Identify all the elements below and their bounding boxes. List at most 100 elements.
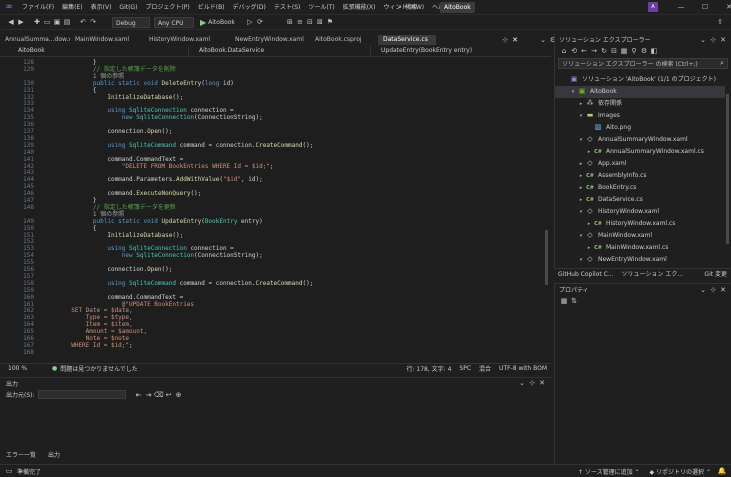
solution-search-input[interactable]: ソリューション エクスプローラー の検索 (Ctrl+;) ⌕ xyxy=(558,58,728,69)
pin-icon[interactable]: ⊹ xyxy=(527,378,537,388)
close-icon[interactable]: ✕ xyxy=(718,285,728,295)
line-ending[interactable]: 混合 xyxy=(479,364,491,373)
source-control-button[interactable]: ↑ ソース管理に追加 ⌃ xyxy=(578,467,640,476)
class-dropdown[interactable]: AitoBook.DataService xyxy=(188,46,368,56)
toolbar-icon[interactable]: ⊠ xyxy=(315,17,325,27)
refresh-icon[interactable]: ↻ xyxy=(599,46,609,56)
properties-icon[interactable]: ⚙ xyxy=(639,46,649,56)
maximize-icon[interactable]: ☐ xyxy=(700,2,710,12)
preview-icon[interactable]: ◧ xyxy=(649,46,659,56)
tree-item[interactable]: ▾ ▣ AitoBook xyxy=(555,86,725,98)
tree-expander[interactable]: ▾ xyxy=(577,230,585,242)
tree-expander[interactable]: ▸ xyxy=(577,158,585,170)
notifications-icon[interactable]: 🔔 xyxy=(717,466,727,476)
config-dropdown[interactable]: Debug xyxy=(112,16,150,28)
menu-item[interactable]: テスト(S) xyxy=(270,0,305,15)
tab-4[interactable]: AitoBook.csproj xyxy=(310,35,378,45)
tree-expander[interactable]: ▾ xyxy=(577,134,585,146)
alphabetical-icon[interactable]: ⇅ xyxy=(569,296,579,306)
tree-expander[interactable]: ▾ xyxy=(577,206,585,218)
right-panel-tab[interactable]: ソリューション エク... xyxy=(618,269,688,281)
tree-item[interactable]: ▾ ◇ AnnualSummaryWindow.xaml xyxy=(555,134,725,146)
pin-icon[interactable]: ⊹ xyxy=(708,285,718,295)
toolbar-icon[interactable]: ⊟ xyxy=(305,17,315,27)
right-panel-tab[interactable]: GitHub Copilot C... xyxy=(554,269,618,281)
issues-status[interactable]: 問題は見つかりませんでした xyxy=(60,364,138,373)
tree-item[interactable]: ▾ ▬ Images xyxy=(555,110,725,122)
platform-dropdown[interactable]: Any CPU xyxy=(154,16,194,28)
home-icon[interactable]: ⌂ xyxy=(559,46,569,56)
back-icon[interactable]: ← xyxy=(579,46,589,56)
show-all-files-icon[interactable]: ▦ xyxy=(619,46,629,56)
pin-icon[interactable]: ⊹ xyxy=(500,35,510,45)
tree-item[interactable]: ▸ C# DataService.cs xyxy=(555,194,725,206)
close-icon[interactable]: ✕ xyxy=(537,378,547,388)
panel-dropdown-icon[interactable]: ⌄ xyxy=(517,378,527,388)
close-icon[interactable]: ✕ xyxy=(718,35,728,45)
tree-expander[interactable]: ▸ xyxy=(577,182,585,194)
menu-item[interactable]: プロジェクト(P) xyxy=(141,0,193,15)
tree-expander[interactable]: ▸ xyxy=(577,170,585,182)
tree-expander[interactable]: ▸ xyxy=(577,98,585,110)
pin-icon[interactable]: ⊹ xyxy=(708,35,718,45)
tree-item[interactable]: ▾ ◇ HistoryWindow.xaml xyxy=(555,206,725,218)
filter-icon[interactable]: ⚲ xyxy=(629,46,639,56)
tab-2[interactable]: HistoryWindow.xaml xyxy=(144,35,230,45)
bookmark-icon[interactable]: ⚑ xyxy=(325,17,335,27)
tree-item[interactable]: ▾ ◇ MainWindow.xaml xyxy=(555,230,725,242)
zoom-level[interactable]: 100 % xyxy=(8,365,38,372)
close-icon[interactable]: ✕ xyxy=(724,2,731,12)
tree-expander[interactable]: ▾ xyxy=(569,86,577,98)
menu-item[interactable]: ファイル(F) xyxy=(18,0,58,15)
toolbar-icon[interactable]: ≡ xyxy=(295,17,305,27)
tree-item[interactable]: ▨ Aito.png xyxy=(555,122,725,134)
tree-expander[interactable]: ▾ xyxy=(577,254,585,266)
toolbar-icon[interactable]: ⇥ xyxy=(144,390,154,400)
clear-all-icon[interactable]: ⌫ xyxy=(154,390,164,400)
member-dropdown[interactable]: UpdateEntry(BookEntry entry) xyxy=(370,46,540,56)
tab-0[interactable]: AnnualSumma...dow.xaml.cs xyxy=(0,35,70,45)
sync-icon[interactable]: ⟲ xyxy=(569,46,579,56)
output-source-dropdown[interactable] xyxy=(37,390,126,399)
categorized-icon[interactable]: ▦ xyxy=(559,296,569,306)
tree-item[interactable]: ▸ ◇ App.xaml xyxy=(555,158,725,170)
cursor-position[interactable]: 行: 178, 文字: 4 xyxy=(406,364,451,373)
spacing-mode[interactable]: SPC xyxy=(459,365,471,372)
tab-5[interactable]: DataService.cs xyxy=(378,35,436,45)
menu-item[interactable]: 表示(V) xyxy=(87,0,116,15)
bottom-tab[interactable]: エラー一覧 xyxy=(0,451,42,461)
panel-dropdown-icon[interactable]: ⌄ xyxy=(698,35,708,45)
tree-item[interactable]: ▸ ⁂ 依存関係 xyxy=(555,98,725,110)
menu-item[interactable]: ツール(T) xyxy=(304,0,338,15)
new-item-icon[interactable]: ✚ xyxy=(32,17,42,27)
save-icon[interactable]: ▣ xyxy=(52,17,62,27)
tree-scrollbar-thumb[interactable] xyxy=(726,94,729,244)
save-all-icon[interactable]: ▤ xyxy=(62,17,72,27)
menu-item[interactable]: Git(G) xyxy=(115,0,141,15)
minimize-icon[interactable]: — xyxy=(676,2,686,12)
repository-button[interactable]: ◆ リポジトリの選択 ⌃ xyxy=(650,467,711,476)
toolbar-icon[interactable]: ⊞ xyxy=(285,17,295,27)
tree-item[interactable]: ▾ ◇ NewEntryWindow.xaml xyxy=(555,254,725,266)
menu-item[interactable]: ビルド(B) xyxy=(194,0,229,15)
tree-item[interactable]: ▸ C# AnnualSummaryWindow.xaml.cs xyxy=(555,146,725,158)
word-wrap-icon[interactable]: ↩ xyxy=(164,390,174,400)
tab-dropdown-icon[interactable]: ⌄ xyxy=(538,35,548,45)
code-editor[interactable]: 128 129 130 131 132 133 134 135 136 137 138 139 140 1… xyxy=(0,58,551,362)
tree-item[interactable]: ▸ C# MainWindow.xaml.cs xyxy=(555,242,725,254)
start-without-debug-icon[interactable]: ▷ xyxy=(245,17,255,27)
redo-icon[interactable]: ↷ xyxy=(88,17,98,27)
tree-item[interactable]: ▸ C# BookEntry.cs xyxy=(555,182,725,194)
tab-1[interactable]: MainWindow.xaml xyxy=(70,35,144,45)
vertical-scrollbar-thumb[interactable] xyxy=(545,230,548,285)
menu-item[interactable]: デバッグ(D) xyxy=(229,0,270,15)
undo-icon[interactable]: ↶ xyxy=(78,17,88,27)
account-icon[interactable]: A xyxy=(648,2,658,12)
tree-expander[interactable]: ▸ xyxy=(577,194,585,206)
run-button[interactable]: ▶ AitoBook xyxy=(200,18,235,27)
menu-item[interactable]: 編集(E) xyxy=(58,0,86,15)
share-icon[interactable]: ⇪ xyxy=(715,17,725,27)
menu-item[interactable]: 拡張機能(X) xyxy=(339,0,380,15)
project-dropdown[interactable]: AitoBook xyxy=(8,46,188,56)
toggle-icon[interactable]: ⊕ xyxy=(174,390,184,400)
